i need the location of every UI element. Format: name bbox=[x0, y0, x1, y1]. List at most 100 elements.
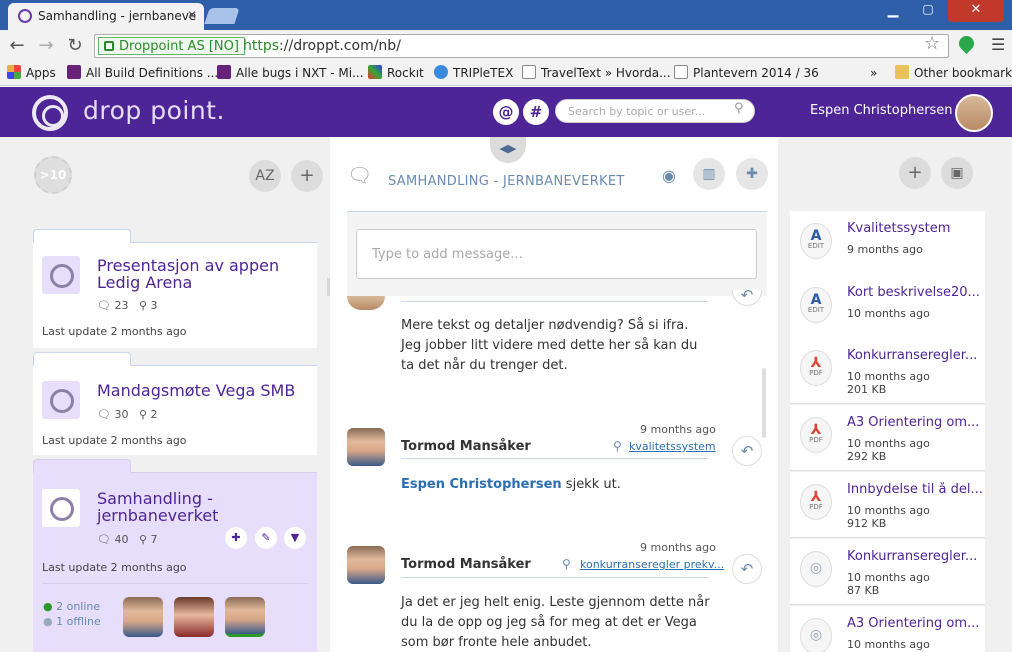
folder-icon bbox=[895, 65, 909, 79]
comment-icon: 🗨 bbox=[97, 408, 115, 421]
file-item[interactable]: ⅄ PDF Innbydelse til å del... 10 months ago… bbox=[790, 472, 985, 538]
file-name[interactable]: Konkurranseregler... bbox=[847, 348, 982, 363]
briefcase-icon[interactable]: ▣ bbox=[941, 157, 973, 189]
pin-icon: ⚲ bbox=[138, 408, 151, 421]
droppoint-logo-icon[interactable] bbox=[32, 95, 68, 131]
file-name[interactable]: Konkurranseregler... bbox=[847, 549, 982, 564]
add-topic-button[interactable]: + bbox=[291, 160, 323, 192]
topic-last-update: Last update 2 months ago bbox=[42, 434, 187, 447]
topic-card[interactable]: Mandagsmøte Vega SMB 🗨 30 ⚲ 2 Last updat… bbox=[33, 352, 317, 455]
topic-last-update: Last update 2 months ago bbox=[42, 561, 187, 574]
message-pinned-file-link[interactable]: kvalitetssystem bbox=[629, 440, 716, 453]
droppoint-file-icon: ◎ bbox=[800, 618, 832, 652]
topic-stats: 🗨 40 ⚲ 7 bbox=[97, 533, 158, 546]
conversation-title: SAMHANDLING - JERNBANEVERKET bbox=[388, 174, 625, 189]
tab-title: Samhandling - jernbaneve bbox=[38, 9, 197, 23]
member-avatar[interactable] bbox=[123, 597, 163, 637]
topic-last-update: Last update 2 months ago bbox=[42, 325, 187, 338]
mentions-button[interactable]: @ bbox=[493, 99, 519, 125]
bookmark-rockit[interactable]: Rockıt bbox=[368, 64, 424, 82]
droppoint-file-icon: ◎ bbox=[800, 551, 832, 587]
comment-icon: 🗨 bbox=[97, 533, 115, 546]
close-tab-icon[interactable]: ✕ bbox=[187, 8, 197, 22]
message-author[interactable]: Tormod Mansåker bbox=[401, 557, 531, 572]
file-item[interactable]: ◎ A3 Orientering om... 10 months ago bbox=[790, 606, 985, 652]
file-time: 10 months ago bbox=[847, 571, 930, 584]
visual-studio-icon bbox=[67, 65, 81, 79]
window-close-icon[interactable]: ✕ bbox=[948, 0, 1004, 22]
conversation-scrollbar[interactable] bbox=[762, 368, 766, 438]
file-item[interactable]: A EDIT Kort beskrivelse20... 10 months ago bbox=[790, 275, 985, 341]
url-text[interactable]: https://droppt.com/nb/ bbox=[243, 38, 401, 54]
topic-card[interactable]: Presentasjon av appen Ledig Arena 🗨 23 ⚲… bbox=[33, 229, 317, 348]
window-maximize-icon[interactable]: ▢ bbox=[913, 2, 943, 20]
member-avatar[interactable] bbox=[225, 597, 265, 637]
member-avatar[interactable] bbox=[174, 597, 214, 637]
bookmark-plantevern[interactable]: Plantevern 2014 / 36 bbox=[674, 64, 819, 82]
edit-document-icon: A EDIT bbox=[800, 287, 832, 323]
bookmarks-overflow[interactable]: » bbox=[870, 64, 877, 82]
file-time: 10 months ago bbox=[847, 638, 930, 651]
file-name[interactable]: A3 Orientering om... bbox=[847, 415, 982, 430]
file-item[interactable]: ⅄ PDF Konkurranseregler... 10 months ago 201… bbox=[790, 338, 985, 404]
ev-certificate-badge[interactable]: Droppoint AS [NO] bbox=[98, 37, 245, 55]
user-mention-link[interactable]: Espen Christophersen bbox=[401, 477, 562, 492]
hide-eye-icon[interactable]: ◉ bbox=[662, 166, 676, 185]
bookmark-build-definitions[interactable]: All Build Definitions ... bbox=[67, 64, 218, 82]
file-name[interactable]: Innbydelse til å del... bbox=[847, 482, 982, 497]
file-size: 912 KB bbox=[847, 517, 887, 530]
settings-icon[interactable]: ✎ bbox=[255, 527, 277, 549]
chevron-down-icon[interactable]: ▼ bbox=[284, 527, 306, 549]
back-arrow-icon[interactable]: ← bbox=[6, 35, 28, 56]
message-text: Mere tekst og detaljer nødvendig? Så si … bbox=[401, 318, 698, 373]
file-time: 10 months ago bbox=[847, 437, 930, 450]
message-avatar[interactable] bbox=[347, 428, 385, 466]
file-name[interactable]: A3 Orientering om... bbox=[847, 616, 982, 631]
page-icon bbox=[522, 65, 536, 79]
browser-menu-icon[interactable]: ☰ bbox=[991, 35, 1005, 54]
offline-count: ● 1 offline bbox=[43, 615, 101, 628]
message-input[interactable] bbox=[356, 229, 757, 279]
bookmark-tripletex[interactable]: TRIPleTEX bbox=[434, 64, 513, 82]
file-time: 10 months ago bbox=[847, 504, 930, 517]
user-avatar[interactable] bbox=[955, 94, 993, 132]
topic-card-selected[interactable]: Samhandling - jernbaneverket 🗨 40 ⚲ 7 ✚ … bbox=[33, 459, 317, 652]
book-icon[interactable]: ▥ bbox=[693, 158, 725, 190]
add-user-icon[interactable]: ✚ bbox=[736, 158, 768, 190]
sort-az-button[interactable]: AZ bbox=[249, 160, 281, 192]
topic-title: Samhandling - jernbaneverket bbox=[97, 489, 219, 525]
search-icon[interactable]: ⚲ bbox=[734, 101, 748, 116]
bookmark-other[interactable]: Other bookmarks bbox=[895, 64, 1012, 82]
message-pinned-file-link[interactable]: konkurranseregler prekv... bbox=[580, 558, 724, 571]
bookmark-apps[interactable]: Apps bbox=[7, 64, 56, 82]
add-member-icon[interactable]: ✚ bbox=[225, 527, 247, 549]
search-input[interactable] bbox=[555, 99, 755, 123]
add-file-button[interactable]: + bbox=[899, 157, 931, 189]
address-bar[interactable]: Droppoint AS [NO] https://droppt.com/nb/ bbox=[94, 34, 949, 58]
message-time: 9 months ago bbox=[640, 423, 716, 436]
comment-icon: 🗨 bbox=[97, 299, 115, 312]
message-avatar[interactable] bbox=[347, 546, 385, 584]
file-item[interactable]: ⅄ PDF A3 Orientering om... 10 months ago 292… bbox=[790, 405, 985, 471]
file-item[interactable]: ◎ Konkurranseregler... 10 months ago 87 KB bbox=[790, 539, 985, 605]
reply-icon[interactable]: ↶ bbox=[732, 436, 762, 466]
bookmark-alle-bugs[interactable]: Alle bugs i NXT - Mi... bbox=[217, 64, 364, 82]
file-item[interactable]: A EDIT Kvalitetssystem 9 months ago bbox=[790, 211, 985, 277]
lock-icon bbox=[104, 41, 114, 51]
reply-icon[interactable]: ↶ bbox=[732, 554, 762, 584]
new-tab-button[interactable] bbox=[204, 8, 240, 24]
browser-navbar: ← → ↻ Droppoint AS [NO] https://droppt.c… bbox=[0, 30, 1012, 60]
forward-arrow-icon[interactable]: → bbox=[35, 35, 57, 56]
logo-text[interactable]: drop point. bbox=[83, 96, 225, 125]
hashtags-button[interactable]: # bbox=[523, 99, 549, 125]
bookmark-traveltext[interactable]: TravelText » Hvorda... bbox=[522, 64, 671, 82]
window-minimize-icon[interactable]: ▁ bbox=[878, 2, 908, 20]
user-name[interactable]: Espen Christophersen bbox=[810, 103, 953, 118]
message-author[interactable]: Tormod Mansåker bbox=[401, 439, 531, 454]
file-name[interactable]: Kort beskrivelse20... bbox=[847, 285, 982, 300]
file-name[interactable]: Kvalitetssystem bbox=[847, 221, 982, 236]
reload-icon[interactable]: ↻ bbox=[64, 35, 86, 56]
browser-tab-active[interactable]: Samhandling - jernbaneve ✕ bbox=[8, 3, 204, 30]
more-topics-badge[interactable]: >10 bbox=[34, 156, 72, 194]
bookmark-star-icon[interactable]: ☆ bbox=[924, 33, 940, 54]
